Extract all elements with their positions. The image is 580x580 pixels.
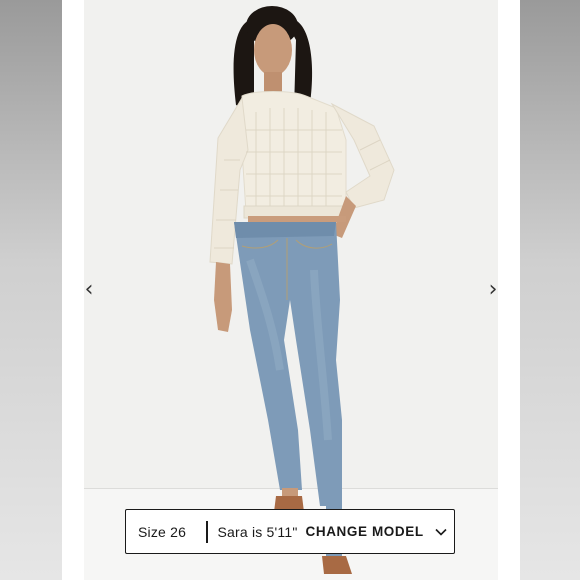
chevron-right-icon[interactable]: › xyxy=(486,276,500,304)
model-face xyxy=(254,24,292,76)
chevron-down-icon xyxy=(435,528,447,536)
model-photo xyxy=(209,6,395,574)
divider xyxy=(206,520,208,543)
chevron-left-icon[interactable]: ‹ xyxy=(82,276,96,304)
change-model-label: CHANGE MODEL xyxy=(305,524,424,539)
model-height-info: Sara is 5'11" xyxy=(217,523,298,540)
size-label: Size 26 xyxy=(138,523,187,540)
right-shoe xyxy=(322,556,352,574)
product-image-gallery xyxy=(84,0,498,580)
change-model-button[interactable]: CHANGE MODEL xyxy=(306,524,448,539)
size-model-bar: Size 26 Sara is 5'11" CHANGE MODEL xyxy=(125,509,455,554)
right-backdrop xyxy=(520,0,580,580)
left-backdrop xyxy=(0,0,62,580)
